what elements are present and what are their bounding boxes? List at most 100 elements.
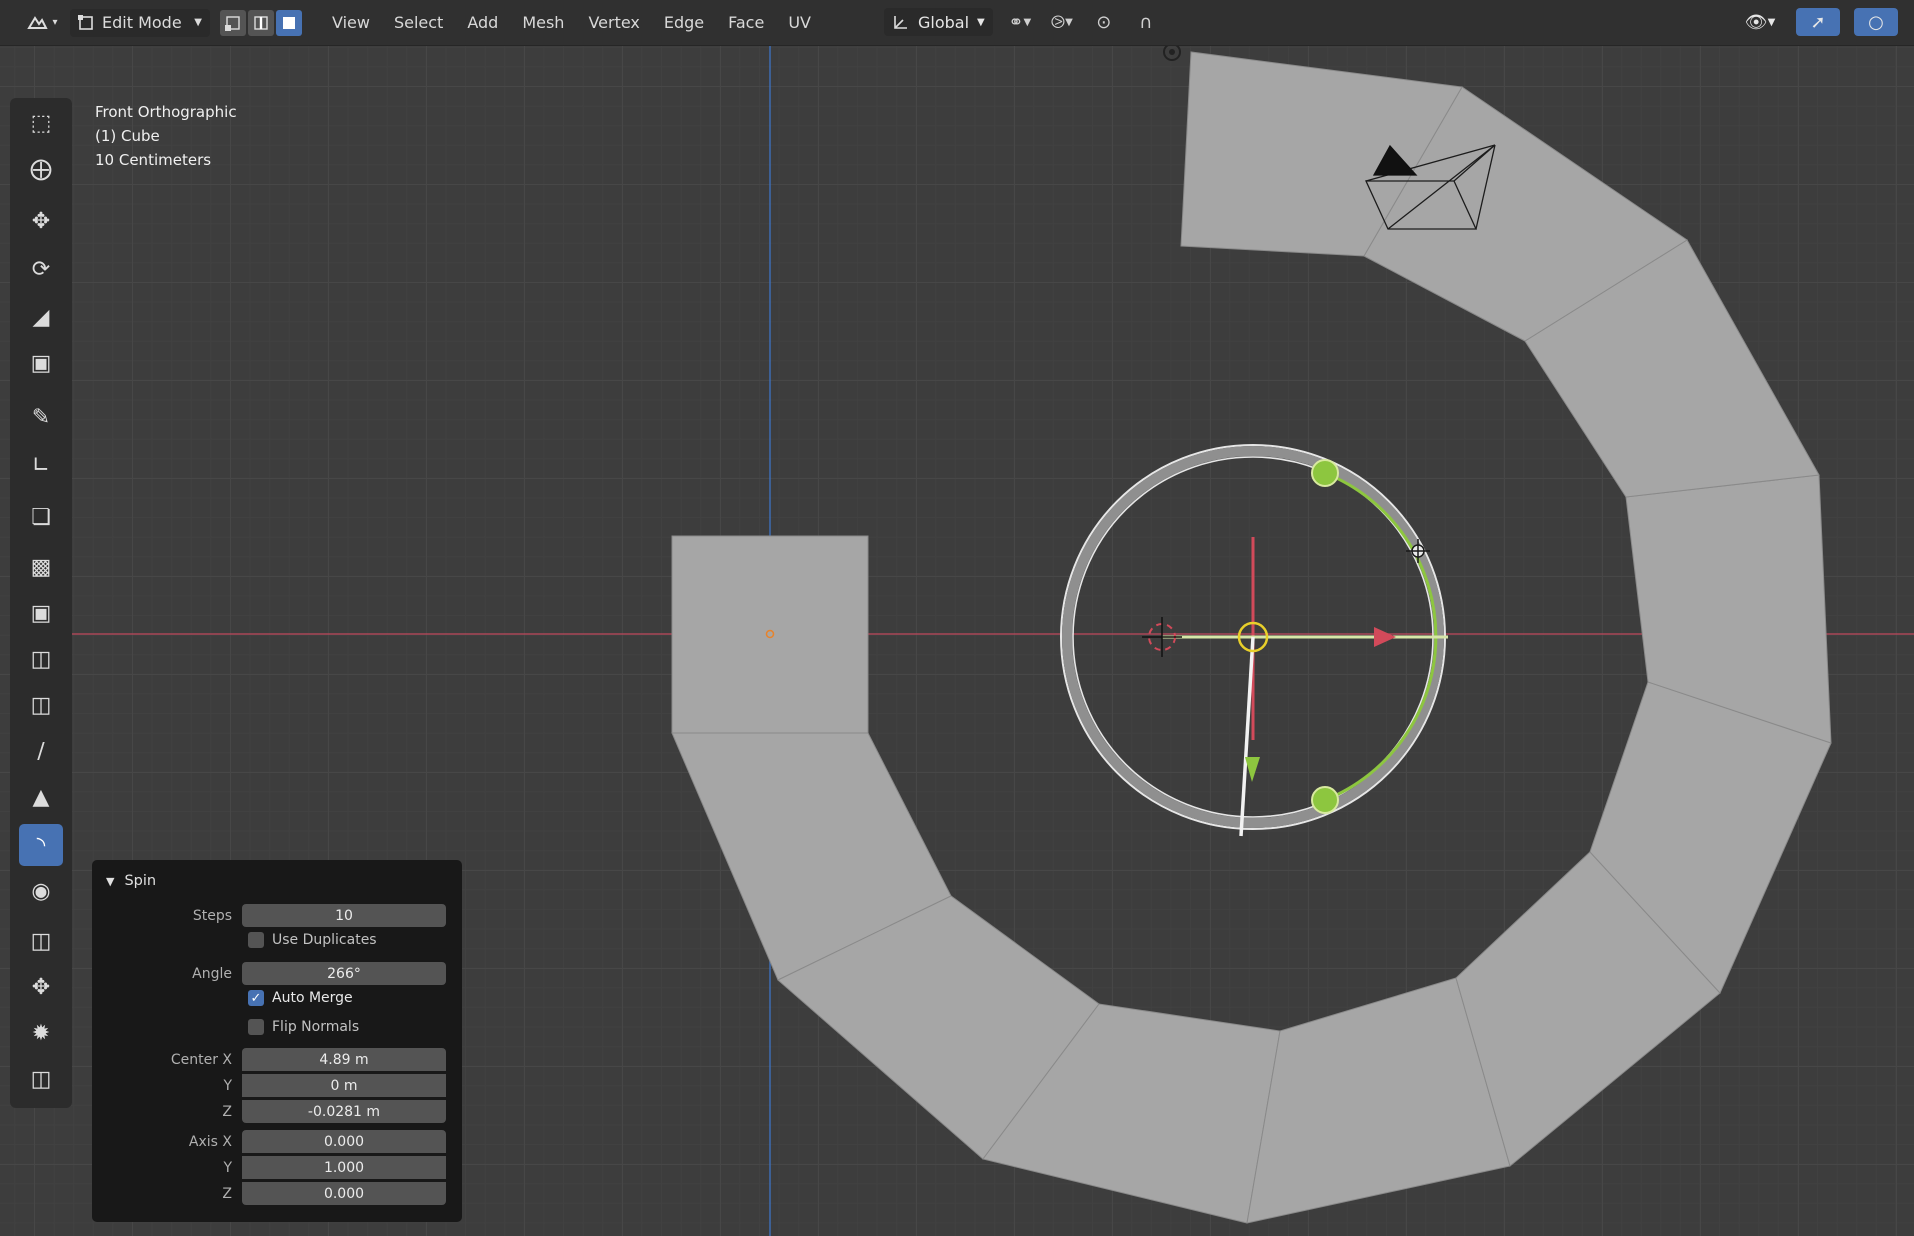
face-select-icon[interactable]	[276, 9, 302, 36]
light-object[interactable]	[1163, 46, 1181, 61]
auto-merge-checkbox[interactable]: ✓	[248, 990, 264, 1006]
menu-select[interactable]: Select	[382, 13, 455, 32]
rotate-icon[interactable]: ⟳	[19, 248, 63, 290]
viewport-display-tools: 👁 ▼ ➚ ○	[1738, 8, 1898, 36]
center-z-label: Z	[222, 1103, 232, 1120]
menu-view[interactable]: View	[320, 13, 382, 32]
axis-x-row: Axis X 0.000	[92, 1130, 446, 1153]
check-icon: ✓	[250, 990, 262, 1006]
vertex-select-icon[interactable]	[220, 9, 246, 36]
center-y-field[interactable]: 0 m	[242, 1074, 446, 1097]
spin-operator-panel: ▼ Spin Steps 10 Use Duplicates Angle 266…	[92, 860, 462, 1222]
spin-icon[interactable]: ◝	[19, 824, 63, 866]
use-duplicates-label: Use Duplicates	[272, 932, 377, 948]
poly-build-icon[interactable]: ▲	[19, 776, 63, 818]
menu-face[interactable]: Face	[716, 13, 776, 32]
proportional-editing-icon[interactable]: ⊙	[1089, 8, 1119, 36]
use-duplicates-checkbox[interactable]	[248, 932, 264, 948]
steps-row: Steps 10	[92, 904, 446, 927]
axis-z-label: Z	[222, 1185, 232, 1202]
gizmo-handle-top	[1311, 459, 1339, 487]
use-duplicates-row[interactable]: Use Duplicates	[248, 932, 377, 948]
center-z-field[interactable]: -0.0281 m	[242, 1100, 446, 1123]
viewport-info: Front Orthographic (1) Cube 10 Centimete…	[95, 100, 237, 172]
add-cube-icon[interactable]: ❏	[19, 496, 63, 538]
menu-uv[interactable]: UV	[776, 13, 823, 32]
snap-icon[interactable]: ⧁ ▼	[1047, 8, 1077, 36]
axis-x-field[interactable]: 0.000	[242, 1130, 446, 1153]
mode-select[interactable]: Edit Mode ▼	[70, 8, 210, 37]
chevron-down-icon: ▼	[106, 874, 115, 888]
rip-icon[interactable]: ◫	[19, 1058, 63, 1100]
gizmo-handle-bottom	[1311, 786, 1339, 814]
shear-icon[interactable]: ✹	[19, 1012, 63, 1054]
view-name: Front Orthographic	[95, 103, 237, 121]
header-menu: View Select Add Mesh Vertex Edge Face UV	[320, 13, 823, 32]
chevron-down-icon: ▼	[194, 17, 202, 28]
object-name: (1) Cube	[95, 127, 160, 145]
center-y-row: Y 0 m	[92, 1074, 446, 1097]
editor-type-icon	[27, 15, 49, 29]
orientation-icon	[894, 16, 907, 29]
edit-mode-icon	[78, 14, 93, 30]
menu-edge[interactable]: Edge	[652, 13, 716, 32]
cursor-icon[interactable]: ⨁	[19, 148, 63, 190]
steps-field[interactable]: 10	[242, 904, 446, 927]
axis-y-label: Y	[223, 1159, 232, 1176]
smooth-icon[interactable]: ◉	[19, 870, 63, 912]
orientation-select[interactable]: Global ▼	[884, 8, 993, 36]
loop-cut-icon[interactable]: ◫	[19, 684, 63, 726]
mode-label: Edit Mode	[102, 13, 182, 32]
scale-icon[interactable]: ◢	[19, 296, 63, 338]
axis-y-field[interactable]: 1.000	[242, 1156, 446, 1179]
center-x-field[interactable]: 4.89 m	[242, 1048, 446, 1071]
knife-icon[interactable]: ∕	[19, 730, 63, 772]
center-z-row: Z -0.0281 m	[92, 1100, 446, 1123]
flip-normals-label: Flip Normals	[272, 1019, 360, 1035]
axis-x-label: Axis X	[188, 1133, 232, 1150]
angle-field[interactable]: 266°	[242, 962, 446, 985]
edge-slide-icon[interactable]: ◫	[19, 920, 63, 962]
center-y-label: Y	[223, 1077, 232, 1094]
axis-y-row: Y 1.000	[92, 1156, 446, 1179]
move-icon[interactable]: ✥	[19, 200, 63, 242]
auto-merge-row[interactable]: ✓ Auto Merge	[248, 990, 353, 1006]
3d-viewport[interactable]: Front Orthographic (1) Cube 10 Centimete…	[0, 46, 1914, 1236]
menu-mesh[interactable]: Mesh	[510, 13, 576, 32]
pivot-icon[interactable]: ⚭ ▼	[1005, 8, 1035, 36]
center-x-label: Center X	[170, 1051, 232, 1068]
shrink-fatten-icon[interactable]: ✥	[19, 966, 63, 1008]
menu-add[interactable]: Add	[455, 13, 510, 32]
axis-z-field[interactable]: 0.000	[242, 1182, 446, 1205]
inset-icon[interactable]: ▣	[19, 592, 63, 634]
gizmo-icon[interactable]: ➚	[1796, 8, 1840, 36]
flip-normals-checkbox[interactable]	[248, 1019, 264, 1035]
chevron-down-icon: ▼	[977, 16, 985, 28]
grid-scale: 10 Centimeters	[95, 151, 212, 169]
transform-icon[interactable]: ▣	[19, 342, 63, 384]
transform-settings: Global ▼ ⚭ ▼ ⧁ ▼ ⊙ ∩	[884, 8, 1161, 36]
object-visibility-icon[interactable]: 👁 ▼	[1738, 8, 1782, 36]
panel-header[interactable]: ▼ Spin	[106, 868, 452, 894]
flip-normals-row[interactable]: Flip Normals	[248, 1019, 359, 1035]
falloff-icon[interactable]: ∩	[1131, 8, 1161, 36]
menu-vertex[interactable]: Vertex	[576, 13, 651, 32]
overlay-icon[interactable]: ○	[1854, 8, 1898, 36]
edge-select-icon[interactable]	[248, 9, 274, 36]
viewport-header: ▾ Edit Mode ▼ View Select Add Mesh Verte…	[0, 0, 1914, 46]
mesh-face	[671, 535, 869, 734]
spin-gizmo[interactable]	[1060, 444, 1448, 837]
panel-title: Spin	[124, 873, 157, 889]
tool-shelf: ⬚ ⨁ ✥ ⟳ ◢ ▣ ✎ ∟ ❏ ▩ ▣ ◫ ◫ ∕ ▲ ◝ ◉ ◫ ✥ ✹ …	[10, 98, 72, 1108]
editor-type-button[interactable]: ▾	[22, 8, 62, 38]
annotate-icon[interactable]: ✎	[19, 396, 63, 438]
extrude-icon[interactable]: ▩	[19, 546, 63, 588]
auto-merge-label: Auto Merge	[272, 990, 353, 1006]
center-x-row: Center X 4.89 m	[92, 1048, 446, 1071]
angle-row: Angle 266°	[92, 962, 446, 985]
measure-icon[interactable]: ∟	[19, 444, 63, 486]
bevel-icon[interactable]: ◫	[19, 638, 63, 680]
select-box-icon[interactable]: ⬚	[19, 102, 63, 144]
angle-label: Angle	[192, 965, 232, 982]
axis-z-row: Z 0.000	[92, 1182, 446, 1205]
